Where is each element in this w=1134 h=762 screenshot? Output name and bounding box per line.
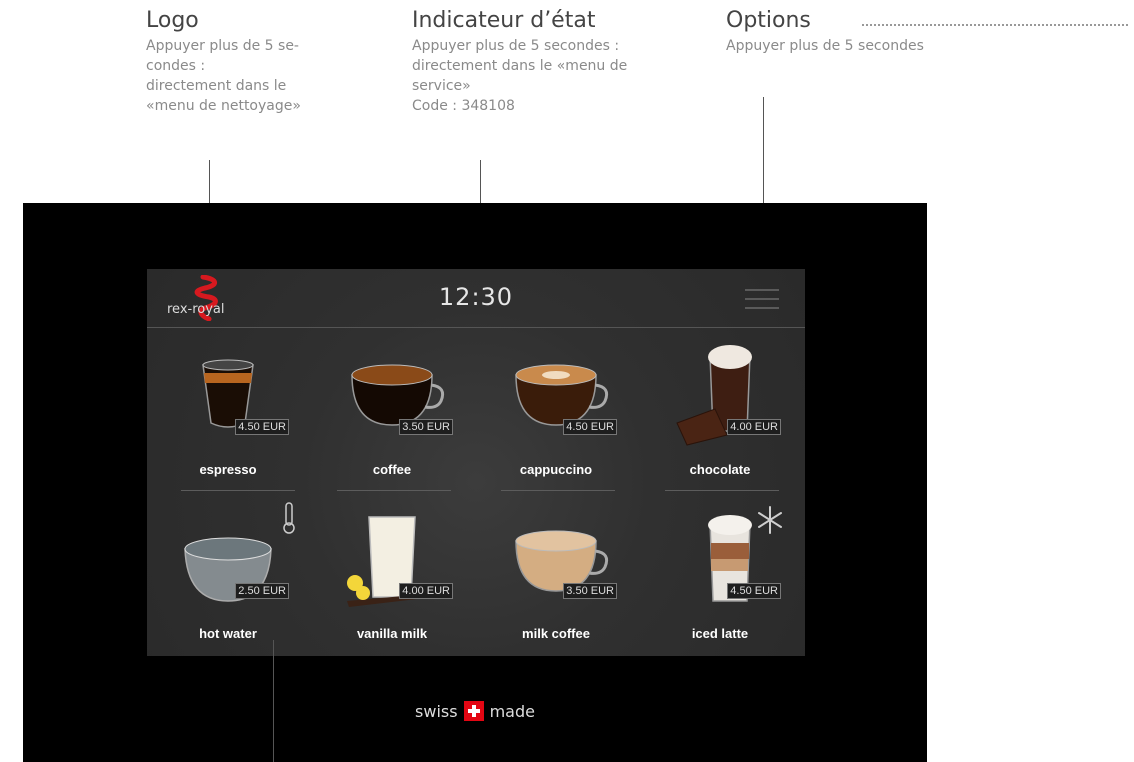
coffee-cup-icon: [351, 364, 445, 426]
milk-coffee-cup-icon: [515, 530, 609, 592]
row-divider: [665, 490, 779, 491]
swiss-made-badge: swiss made: [23, 701, 927, 721]
product-tile-milk-coffee[interactable]: 3.50 EUR milk coffee: [481, 503, 631, 653]
product-tile-chocolate[interactable]: 4.00 EUR chocolate: [645, 339, 795, 489]
cappuccino-cup-icon: [515, 364, 609, 426]
product-tile-hot-water[interactable]: 2.50 EUR hot water: [153, 502, 303, 653]
product-label: hot water: [199, 626, 257, 641]
row-divider: [181, 490, 295, 491]
annotation-desc: Appuyer plus de 5 se- condes : directeme…: [146, 38, 301, 114]
swiss-text: swiss: [415, 702, 458, 721]
options-menu-icon[interactable]: [745, 289, 779, 311]
made-text: made: [489, 702, 535, 721]
top-bar: rex-royal 12:30: [147, 269, 805, 328]
price-tag: 3.50 EUR: [399, 419, 453, 435]
touch-screen: rex-royal 12:30 4.50 EUR espresso 3.50 E…: [147, 269, 805, 656]
price-tag: 4.00 EUR: [399, 583, 453, 599]
thermometer-icon: [283, 502, 295, 534]
machine-device: rex-royal 12:30 4.50 EUR espresso 3.50 E…: [23, 203, 927, 762]
chocolate-glass-icon: [676, 345, 752, 446]
price-tag: 4.50 EUR: [235, 419, 289, 435]
options-annotation: Options Appuyer plus de 5 secondes: [726, 8, 986, 56]
price-tag: 4.50 EUR: [563, 419, 617, 435]
status-annotation: Indicateur d’état Appuyer plus de 5 seco…: [412, 8, 702, 116]
product-tile-cappuccino[interactable]: 4.50 EUR cappuccino: [481, 339, 631, 489]
annotation-title: Indicateur d’état: [412, 8, 596, 33]
row-divider: [501, 490, 615, 491]
product-tile-iced-latte[interactable]: 4.50 EUR iced latte: [645, 503, 795, 653]
annotation-title: Logo: [146, 8, 199, 33]
status-indicator-clock[interactable]: 12:30: [147, 283, 805, 311]
annotation-desc: Appuyer plus de 5 secondes: [726, 38, 924, 54]
dotted-leader: [862, 24, 1128, 26]
price-tag: 2.50 EUR: [235, 583, 289, 599]
hot-water-bowl-icon: [184, 537, 272, 602]
price-tag: 4.50 EUR: [727, 583, 781, 599]
product-tile-coffee[interactable]: 3.50 EUR coffee: [317, 339, 467, 489]
price-tag: 4.00 EUR: [727, 419, 781, 435]
hot-water-leader-line: [273, 640, 274, 762]
product-label: chocolate: [689, 462, 751, 477]
product-label: vanilla milk: [356, 626, 428, 641]
espresso-glass-icon: [202, 359, 254, 428]
product-label: coffee: [372, 462, 412, 477]
annotation-title: Options: [726, 8, 811, 33]
annotation-desc: Appuyer plus de 5 secondes : directement…: [412, 38, 628, 114]
swiss-flag-icon: [463, 701, 484, 721]
vanilla-milk-glass-icon: [347, 516, 417, 607]
logo-annotation: Logo Appuyer plus de 5 se- condes : dire…: [146, 8, 346, 116]
row-divider: [337, 490, 451, 491]
product-tile-espresso[interactable]: 4.50 EUR espresso: [153, 339, 303, 489]
product-label: cappuccino: [519, 462, 593, 477]
price-tag: 3.50 EUR: [563, 583, 617, 599]
product-label: espresso: [199, 462, 257, 477]
snowflake-icon: [758, 506, 782, 534]
product-label: iced latte: [691, 626, 749, 641]
product-label: milk coffee: [522, 626, 590, 641]
product-tile-vanilla-milk[interactable]: 4.00 EUR vanilla milk: [317, 503, 467, 653]
